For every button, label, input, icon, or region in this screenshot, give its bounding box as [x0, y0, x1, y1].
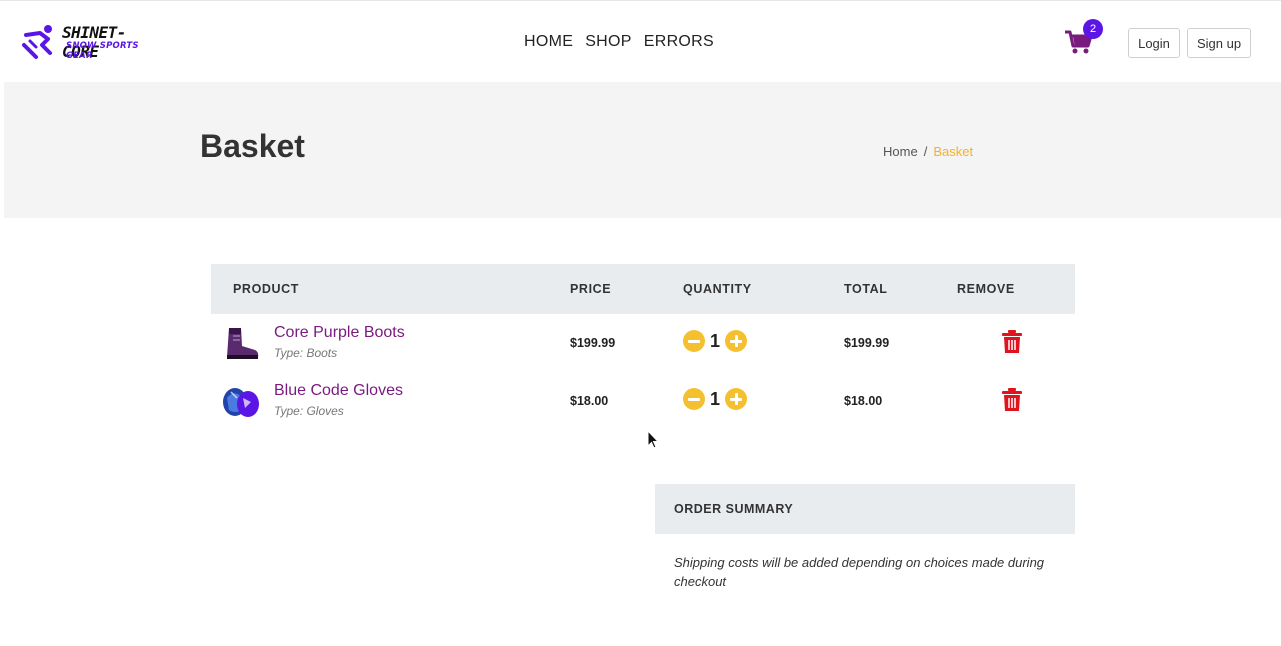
header-product: PRODUCT: [233, 282, 300, 296]
product-price: $18.00: [570, 394, 609, 408]
decrease-quantity-button[interactable]: [683, 388, 705, 410]
header-remove: REMOVE: [957, 282, 1015, 296]
nav-shop[interactable]: SHOP: [585, 33, 632, 51]
product-name-link[interactable]: Blue Code Gloves: [274, 382, 403, 400]
header-price: PRICE: [570, 282, 612, 296]
breadcrumb-home[interactable]: Home: [883, 144, 918, 159]
boot-icon: [227, 328, 259, 359]
order-summary-title: ORDER SUMMARY: [674, 502, 794, 516]
quantity-value: 1: [709, 330, 720, 351]
header-quantity: QUANTITY: [683, 282, 752, 296]
cart-count-badge: 2: [1083, 19, 1103, 39]
product-type: Type: Gloves: [274, 404, 344, 418]
basket-table-header: PRODUCT PRICE QUANTITY TOTAL REMOVE: [211, 264, 1075, 314]
gloves-icon: [223, 388, 259, 417]
nav-errors[interactable]: ERRORS: [644, 33, 714, 51]
increase-quantity-button[interactable]: [725, 388, 747, 410]
header-total: TOTAL: [844, 282, 888, 296]
product-total: $18.00: [844, 394, 883, 408]
breadcrumb-separator: /: [923, 144, 928, 159]
main-nav: HOME SHOP ERRORS: [524, 33, 714, 51]
snowboarder-logo-icon: [22, 25, 52, 59]
page-header-banner: Basket Home / Basket: [4, 82, 1281, 218]
trash-icon[interactable]: [1001, 330, 1023, 354]
logo-subtitle: SNOW SPORTS GEAR: [66, 41, 139, 61]
trash-icon[interactable]: [1001, 388, 1023, 412]
top-navbar: SHINET-CORE SNOW SPORTS GEAR HOME SHOP E…: [0, 0, 1281, 82]
order-summary-header: ORDER SUMMARY: [655, 484, 1075, 534]
product-type: Type: Boots: [274, 346, 338, 360]
increase-quantity-button[interactable]: [725, 330, 747, 352]
product-total: $199.99: [844, 336, 890, 350]
product-name-link[interactable]: Core Purple Boots: [274, 324, 405, 342]
login-button[interactable]: Login: [1128, 28, 1180, 58]
nav-home[interactable]: HOME: [524, 33, 573, 51]
table-row: Core Purple Boots Type: Boots $199.99 1 …: [211, 314, 1075, 372]
shipping-note: Shipping costs will be added depending o…: [674, 555, 1045, 589]
signup-button[interactable]: Sign up: [1187, 28, 1251, 58]
breadcrumb-current: Basket: [933, 144, 974, 159]
page-title: Basket: [200, 128, 305, 164]
breadcrumb: Home / Basket: [883, 144, 973, 159]
product-price: $199.99: [570, 336, 616, 350]
quantity-stepper: 1: [683, 330, 747, 352]
brand-logo[interactable]: SHINET-CORE SNOW SPORTS GEAR: [22, 21, 162, 63]
quantity-value: 1: [709, 388, 720, 409]
table-row: Blue Code Gloves Type: Gloves $18.00 1 $…: [211, 372, 1075, 430]
decrease-quantity-button[interactable]: [683, 330, 705, 352]
mouse-cursor-icon: [647, 430, 659, 449]
quantity-stepper: 1: [683, 388, 747, 410]
